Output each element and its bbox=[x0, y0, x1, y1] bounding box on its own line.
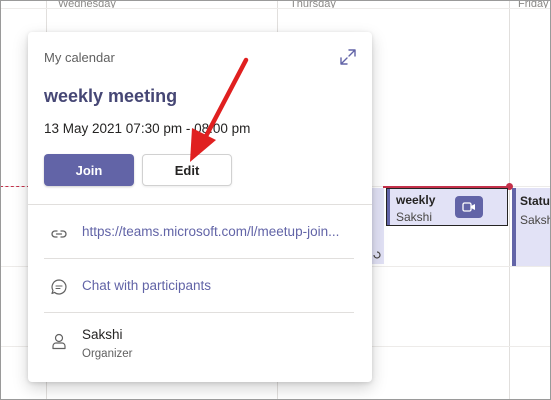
calendar-name: My calendar bbox=[44, 50, 115, 65]
person-icon bbox=[52, 333, 66, 350]
meeting-time: 13 May 2021 07:30 pm - 08:00 pm bbox=[44, 121, 251, 136]
join-button[interactable]: Join bbox=[44, 154, 134, 186]
divider bbox=[28, 204, 372, 205]
current-time-line bbox=[0, 186, 30, 187]
divider bbox=[44, 258, 354, 259]
day-header-friday: Friday bbox=[518, 0, 549, 8]
divider bbox=[44, 312, 354, 313]
event-accent-bar bbox=[387, 189, 390, 225]
expand-icon[interactable] bbox=[339, 48, 357, 66]
grid-column-line bbox=[509, 0, 510, 400]
meeting-details-popup: My calendar weekly meeting 13 May 2021 0… bbox=[28, 32, 372, 382]
video-camera-icon bbox=[462, 202, 475, 212]
organizer-name: Sakshi bbox=[82, 327, 123, 342]
chat-with-participants-link[interactable]: Chat with participants bbox=[82, 278, 211, 293]
event-title: Status bbox=[520, 194, 551, 208]
calendar-event-weekly[interactable]: weekly Sakshi bbox=[386, 188, 508, 226]
grid-row-line bbox=[0, 8, 551, 9]
organizer-role: Organizer bbox=[82, 348, 133, 360]
recurring-icon bbox=[373, 251, 381, 259]
meeting-link[interactable]: https://teams.microsoft.com/l/meetup-joi… bbox=[82, 224, 358, 239]
event-organizer: Sakshi bbox=[396, 210, 433, 224]
edit-button[interactable]: Edit bbox=[142, 154, 232, 186]
event-title: weekly bbox=[396, 193, 436, 207]
day-header-thursday: Thursday bbox=[290, 0, 336, 8]
calendar-event-status[interactable]: Status Sakshi bbox=[512, 188, 551, 266]
meeting-title: weekly meeting bbox=[44, 86, 178, 106]
day-header-wednesday: Wednesday bbox=[58, 0, 116, 8]
event-organizer: Sakshi bbox=[520, 213, 551, 227]
link-icon bbox=[51, 230, 67, 238]
teams-video-icon[interactable] bbox=[455, 196, 483, 218]
chat-icon bbox=[51, 279, 67, 295]
